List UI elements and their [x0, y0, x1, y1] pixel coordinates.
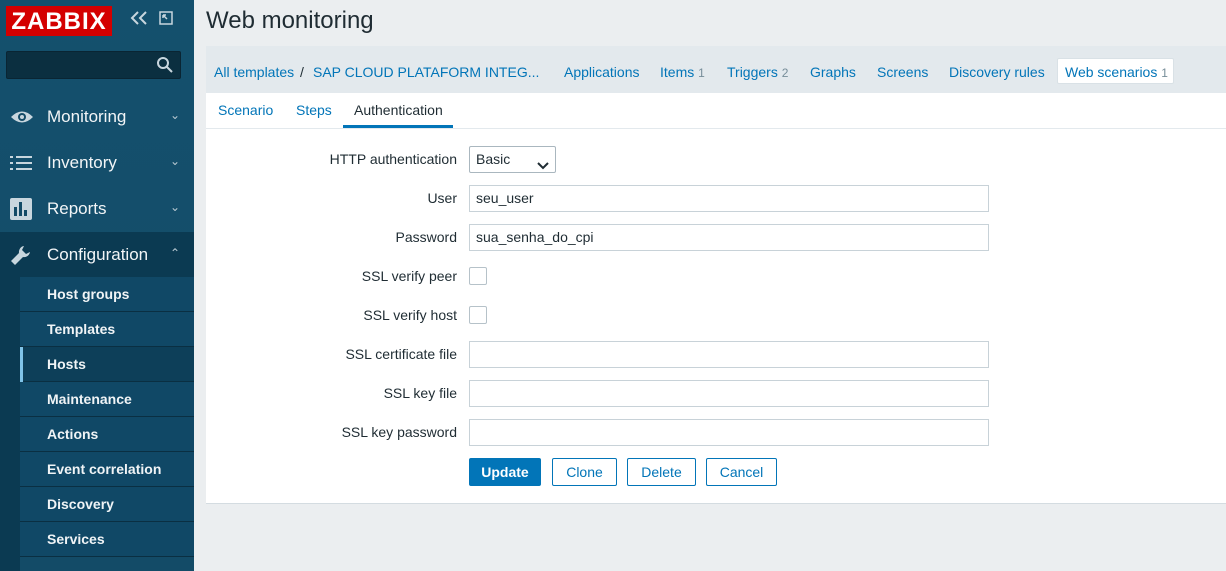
user-input[interactable]: seu_user: [469, 185, 989, 212]
ssl-key-password-input[interactable]: [469, 419, 989, 446]
eye-icon: [10, 106, 33, 128]
submenu-services[interactable]: Services: [20, 522, 194, 557]
tab-authentication[interactable]: Authentication: [354, 102, 443, 118]
breadcrumb-separator: /: [300, 64, 304, 80]
chevron-down-icon: ⌄: [169, 154, 180, 168]
http-auth-select[interactable]: Basic: [469, 146, 556, 173]
main-menu: Monitoring ⌄ Inventory ⌄ Reports ⌄ Confi…: [0, 94, 194, 278]
tab-divider: [206, 128, 1226, 129]
ssl-verify-host-label: SSL verify host: [363, 307, 457, 323]
submenu-actions[interactable]: Actions: [20, 417, 194, 452]
ssl-key-file-input[interactable]: [469, 380, 989, 407]
menu-label: Configuration: [47, 245, 149, 264]
nav-items-label: Items: [660, 64, 695, 80]
breadcrumb-all-templates[interactable]: All templates: [214, 64, 294, 80]
search-input[interactable]: [6, 51, 181, 79]
update-button[interactable]: Update: [469, 458, 541, 486]
ssl-verify-peer-label: SSL verify peer: [361, 268, 457, 284]
http-auth-label: HTTP authentication: [329, 151, 457, 167]
chevron-up-icon: ⌃: [169, 246, 180, 260]
nav-web-scenarios[interactable]: Web scenarios 1: [1065, 64, 1168, 80]
chevron-down-icon: ⌄: [169, 200, 180, 214]
ssl-certificate-file-input[interactable]: [469, 341, 989, 368]
nav-applications[interactable]: Applications: [564, 64, 640, 80]
submenu-discovery[interactable]: Discovery: [20, 487, 194, 522]
tab-steps[interactable]: Steps: [296, 102, 332, 118]
nav-triggers[interactable]: Triggers 2: [727, 64, 788, 80]
tab-scenario[interactable]: Scenario: [218, 102, 273, 118]
submenu-host-groups[interactable]: Host groups: [20, 277, 194, 312]
nav-screens[interactable]: Screens: [877, 64, 928, 80]
breadcrumb-template[interactable]: SAP CLOUD PLATAFORM INTEG...: [313, 64, 539, 80]
menu-configuration[interactable]: Configuration ⌃: [0, 232, 194, 278]
chevron-down-icon: ⌄: [169, 108, 180, 122]
form-panel: Scenario Steps Authentication HTTP authe…: [206, 93, 1226, 504]
kiosk-mode-icon[interactable]: [158, 10, 174, 30]
collapse-sidebar-icon[interactable]: [130, 10, 148, 30]
nav-items[interactable]: Items 1: [660, 64, 705, 80]
ssl-verify-peer-checkbox[interactable]: [469, 267, 487, 285]
menu-label: Reports: [47, 199, 107, 218]
delete-button[interactable]: Delete: [627, 458, 696, 486]
bar-chart-icon: [10, 198, 32, 220]
chevron-down-icon: [537, 154, 549, 179]
template-nav-bar: All templates / SAP CLOUD PLATAFORM INTE…: [206, 46, 1226, 93]
submenu-indent: [0, 277, 20, 571]
password-input[interactable]: sua_senha_do_cpi: [469, 224, 989, 251]
ssl-key-password-label: SSL key password: [341, 424, 457, 440]
submenu-hosts[interactable]: Hosts: [20, 347, 194, 382]
menu-label: Monitoring: [47, 107, 127, 126]
ssl-key-file-label: SSL key file: [383, 385, 457, 401]
clone-button[interactable]: Clone: [552, 458, 617, 486]
wrench-icon: [10, 244, 32, 266]
cancel-button[interactable]: Cancel: [706, 458, 777, 486]
search-icon[interactable]: [156, 56, 174, 77]
menu-inventory[interactable]: Inventory ⌄: [0, 140, 194, 186]
nav-web-count: 1: [1161, 66, 1168, 80]
nav-triggers-count: 2: [781, 66, 789, 80]
submenu-templates[interactable]: Templates: [20, 312, 194, 347]
ssl-verify-host-checkbox[interactable]: [469, 306, 487, 324]
menu-monitoring[interactable]: Monitoring ⌄: [0, 94, 194, 140]
menu-label: Inventory: [47, 153, 117, 172]
nav-items-count: 1: [698, 66, 705, 80]
nav-web-label: Web scenarios: [1065, 64, 1158, 80]
configuration-submenu: Host groups Templates Hosts Maintenance …: [20, 277, 194, 557]
sidebar: ZABBIX Monitoring ⌄ Inventory ⌄ Reports …: [0, 0, 194, 571]
nav-triggers-label: Triggers: [727, 64, 778, 80]
menu-reports[interactable]: Reports ⌄: [0, 186, 194, 232]
list-icon: [10, 152, 32, 174]
submenu-event-correlation[interactable]: Event correlation: [20, 452, 194, 487]
page-title: Web monitoring: [206, 7, 374, 34]
ssl-certificate-file-label: SSL certificate file: [345, 346, 457, 362]
http-auth-value: Basic: [476, 151, 511, 167]
user-label: User: [427, 190, 457, 206]
zabbix-logo[interactable]: ZABBIX: [6, 6, 112, 36]
submenu-maintenance[interactable]: Maintenance: [20, 382, 194, 417]
nav-discovery-rules[interactable]: Discovery rules: [949, 64, 1045, 80]
nav-graphs[interactable]: Graphs: [810, 64, 856, 80]
password-label: Password: [395, 229, 457, 245]
